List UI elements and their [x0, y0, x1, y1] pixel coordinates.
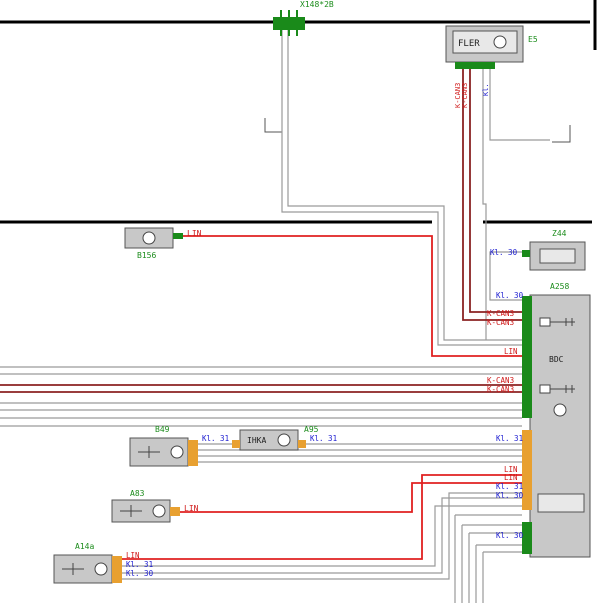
e5-pin-label: K-CAN3 [461, 83, 469, 108]
b156-id-label: B156 [137, 251, 156, 260]
component-a258[interactable]: A258 BDC Kl. 30 K-CAN3 K-CAN3 LIN K-CAN3… [487, 282, 591, 558]
connector-label: X148*2B [300, 0, 334, 9]
a258-pin-label: K-CAN3 [487, 376, 514, 385]
a14a-pin-label: LIN [126, 551, 140, 560]
component-a83[interactable]: A83 LIN [111, 489, 199, 523]
a258-pin-label: LIN [504, 347, 518, 356]
a258-pin-block-orange [522, 430, 532, 510]
k-can3-wire [469, 68, 522, 313]
a258-body [529, 294, 591, 558]
sensor-icon [142, 231, 156, 245]
signal-wire [489, 68, 550, 141]
lin-wires [122, 235, 522, 560]
motor-icon [94, 562, 108, 576]
z44-pin-label: Kl. 30 [490, 248, 518, 257]
module-icon [553, 403, 567, 417]
resistor-icon [539, 317, 551, 327]
motor-icon [170, 445, 184, 459]
component-a95[interactable]: A95 IHKA Kl. 31 [232, 425, 337, 451]
b156-pin [173, 233, 183, 239]
a95-pin-label: Kl. 31 [310, 434, 337, 443]
ground-symbol [552, 125, 571, 143]
a83-pin-label: LIN [184, 504, 199, 513]
a14a-id-label: A14a [75, 542, 94, 551]
a258-id-label: A258 [550, 282, 569, 291]
a258-pin-label: Kl. 31 [496, 482, 523, 491]
a258-pin-label: Kl. 30 [496, 491, 524, 500]
a258-pin-label: K-CAN3 [487, 385, 514, 394]
a258-pin-label: K-CAN3 [487, 318, 514, 327]
a14a-pin-label: Kl. 31 [126, 560, 153, 569]
component-a14a[interactable]: A14a LIN Kl. 31 Kl. 30 [53, 542, 154, 584]
a83-id-label: A83 [130, 489, 145, 498]
k-can3-wire [462, 68, 522, 321]
a258-pin-block-green [522, 296, 532, 418]
b49-pin-block [188, 440, 198, 466]
motor-icon [152, 504, 166, 518]
a258-pin-label: Kl. 30 [496, 291, 524, 300]
component-e5[interactable]: FLER E5 K-CAN3 K-CAN3 Kl. [445, 25, 538, 108]
b156-pin-label: LIN [187, 229, 202, 238]
ground-symbol [264, 118, 282, 133]
wiring-diagram: X148*2B FLER E5 K-CAN3 K-CAN3 Kl. Z44 Kl… [0, 0, 601, 603]
a95-id-label: A95 [304, 425, 319, 434]
a258-pin-label: Kl. 31 [496, 434, 523, 443]
signal-wire [482, 68, 487, 340]
z44-id-label: Z44 [552, 229, 567, 238]
fuse-icon [539, 248, 576, 264]
a258-pin-label: LIN [504, 473, 518, 482]
a258-pin-block-green-lower [522, 522, 532, 554]
e5-inner-label: FLER [458, 39, 480, 49]
ground-symbols [264, 118, 571, 143]
fuse-icon [537, 493, 585, 513]
motor-icon [493, 35, 507, 49]
e5-pin-block [455, 62, 495, 69]
lin-wire [183, 235, 522, 357]
b49-id-label: B49 [155, 425, 170, 434]
component-b156[interactable]: B156 LIN [124, 227, 202, 260]
signal-wires [0, 30, 550, 603]
wiring-diagram-canvas: X148*2B FLER E5 K-CAN3 K-CAN3 Kl. Z44 Kl… [0, 0, 597, 603]
a14a-pin-label: Kl. 30 [126, 569, 154, 578]
component-z44[interactable]: Z44 Kl. 30 [490, 229, 586, 271]
a95-inner-label: IHKA [247, 436, 266, 445]
a95-pin [298, 440, 306, 448]
e5-pin-label: Kl. [482, 83, 490, 96]
a258-pin-label: Kl. 30 [496, 531, 524, 540]
a258-inner-label: BDC [549, 355, 564, 364]
e5-id-label: E5 [528, 35, 538, 44]
signal-wire [287, 30, 522, 341]
a83-pin [170, 507, 180, 516]
motor-icon [277, 433, 291, 447]
z44-pin [522, 250, 530, 257]
component-b49[interactable]: B49 Kl. 31 [129, 425, 229, 467]
a14a-pin-block [112, 556, 122, 583]
a95-pin [232, 440, 240, 448]
signal-wire [482, 551, 522, 603]
b49-pin-label: Kl. 31 [202, 434, 229, 443]
a258-pin-label: K-CAN3 [487, 309, 514, 318]
resistor-icon [539, 384, 551, 394]
